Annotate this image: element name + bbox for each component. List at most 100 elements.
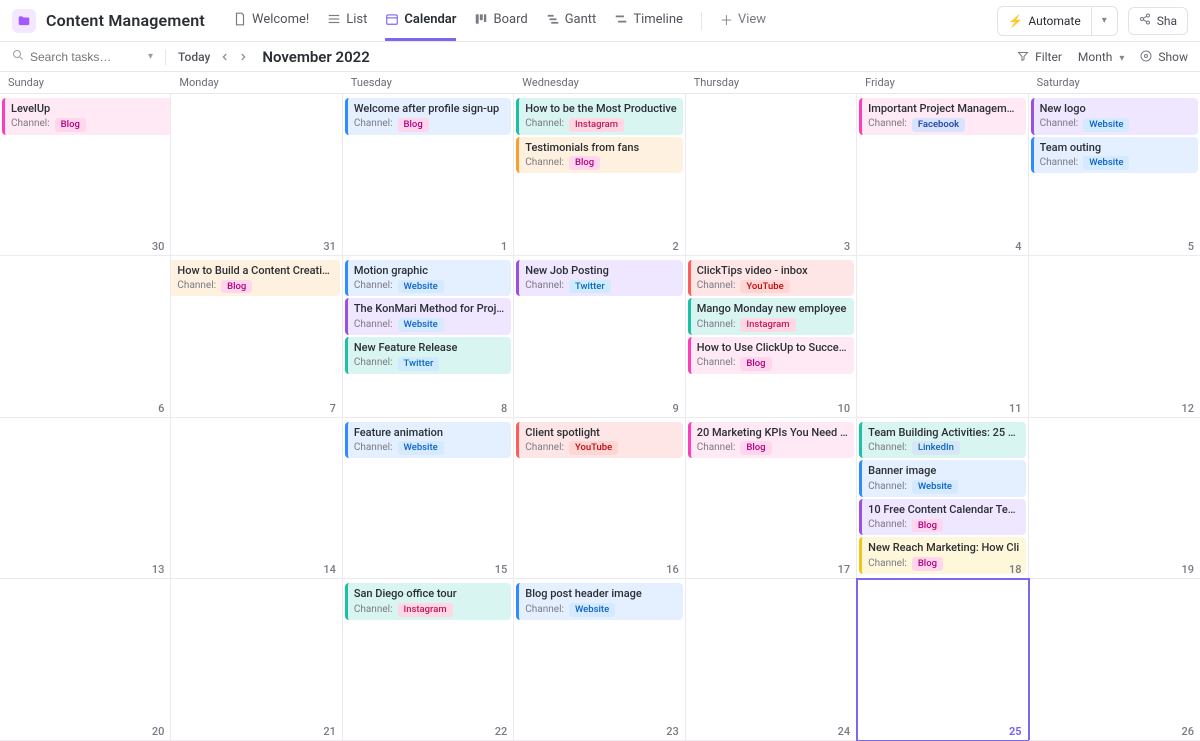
event-card[interactable]: New Reach Marketing: How CliChannel:Blog bbox=[859, 537, 1025, 574]
event-card[interactable]: How to Build a Content CreationChannel:B… bbox=[171, 260, 339, 297]
event-card[interactable]: Motion graphicChannel:Website bbox=[345, 260, 511, 297]
event-meta: Channel:Instagram bbox=[525, 118, 676, 132]
next-period-button[interactable] bbox=[238, 47, 248, 66]
calendar-cell[interactable]: ClickTips video - inboxChannel:YouTubeMa… bbox=[686, 256, 857, 418]
event-card[interactable]: Important Project ManagementChannel:Face… bbox=[859, 98, 1025, 135]
event-card[interactable]: 10 Free Content Calendar TempChannel:Blo… bbox=[859, 499, 1025, 536]
month-range-dropdown[interactable]: Month ▾ bbox=[1078, 50, 1125, 64]
calendar-cell[interactable]: New logoChannel:WebsiteTeam outingChanne… bbox=[1029, 94, 1200, 256]
channel-tag: LinkedIn bbox=[912, 441, 960, 455]
calendar-cell[interactable]: San Diego office tourChannel:Instagram22 bbox=[343, 579, 514, 741]
day-number: 24 bbox=[838, 725, 851, 738]
channel-prefix: Channel: bbox=[868, 519, 907, 532]
view-tabs: Welcome! List Calendar Board Gantt bbox=[233, 0, 766, 41]
automate-dropdown[interactable]: ▾ bbox=[1091, 7, 1117, 35]
calendar-cell[interactable]: 13 bbox=[0, 418, 171, 580]
tab-label: Welcome! bbox=[252, 12, 309, 27]
day-number: 15 bbox=[495, 563, 508, 576]
event-title: Client spotlight bbox=[525, 426, 676, 440]
share-button[interactable]: Sha bbox=[1128, 7, 1188, 35]
calendar-cell[interactable]: New Job PostingChannel:Twitter9 bbox=[514, 256, 685, 418]
search-input[interactable] bbox=[30, 50, 140, 64]
event-meta: Channel:Facebook bbox=[868, 118, 1019, 132]
channel-tag: Website bbox=[1083, 118, 1129, 132]
calendar-cell[interactable]: Team Building Activities: 25 ExChannel:L… bbox=[857, 418, 1028, 580]
show-button[interactable]: Show bbox=[1140, 50, 1188, 64]
channel-tag: Website bbox=[398, 441, 444, 455]
calendar-cell[interactable]: Feature animationChannel:Website 15 bbox=[343, 418, 514, 580]
tab-list[interactable]: List bbox=[327, 0, 367, 41]
calendar-cell[interactable]: Important Project ManagementChannel:Face… bbox=[857, 94, 1028, 256]
event-card[interactable]: Feature animationChannel:Website bbox=[345, 422, 511, 459]
channel-prefix: Channel: bbox=[697, 442, 736, 455]
event-card[interactable]: New logoChannel:Website bbox=[1031, 98, 1198, 135]
event-card[interactable]: 20 Marketing KPIs You Need toChannel:Blo… bbox=[688, 422, 854, 459]
automate-button[interactable]: ⚡ Automate bbox=[998, 7, 1090, 35]
event-card[interactable]: Welcome after profile sign-upChannel:Blo… bbox=[345, 98, 511, 135]
calendar-cell[interactable]: LevelUpChannel:Blog30 bbox=[0, 94, 171, 256]
event-card[interactable]: New Job PostingChannel:Twitter bbox=[516, 260, 682, 297]
tab-calendar[interactable]: Calendar bbox=[385, 0, 456, 41]
channel-prefix: Channel: bbox=[354, 118, 393, 131]
event-card[interactable]: The KonMari Method for ProjectChannel:We… bbox=[345, 298, 511, 335]
event-card[interactable]: Client spotlightChannel:YouTube bbox=[516, 422, 682, 459]
filter-label: Filter bbox=[1035, 50, 1062, 64]
event-card[interactable]: How to Use ClickUp to SucceedChannel:Blo… bbox=[688, 337, 854, 374]
calendar-cell[interactable]: How to Build a Content CreationChannel:B… bbox=[171, 256, 342, 418]
event-card[interactable]: LevelUpChannel:Blog bbox=[2, 98, 171, 135]
event-card[interactable]: Team outingChannel:Website bbox=[1031, 137, 1198, 174]
channel-prefix: Channel: bbox=[354, 357, 393, 370]
calendar-cell[interactable]: 3 bbox=[686, 94, 857, 256]
divider bbox=[701, 12, 702, 30]
event-card[interactable]: How to be the Most ProductiveChannel:Ins… bbox=[516, 98, 682, 135]
event-card[interactable]: Testimonials from fansChannel:Blog bbox=[516, 137, 682, 174]
event-card[interactable]: Banner imageChannel:Website bbox=[859, 460, 1025, 497]
calendar-cell[interactable]: 20 bbox=[0, 579, 171, 741]
calendar-cell[interactable]: 20 Marketing KPIs You Need toChannel:Blo… bbox=[686, 418, 857, 580]
tab-welcome[interactable]: Welcome! bbox=[233, 0, 309, 41]
calendar-cell[interactable]: Blog post header imageChannel:Website23 bbox=[514, 579, 685, 741]
channel-tag: Website bbox=[569, 603, 615, 617]
calendar-cell[interactable]: 12 bbox=[1029, 256, 1200, 418]
filter-button[interactable]: Filter bbox=[1017, 50, 1062, 64]
calendar-cell[interactable]: Motion graphicChannel:WebsiteThe KonMari… bbox=[343, 256, 514, 418]
event-card[interactable]: San Diego office tourChannel:Instagram bbox=[345, 583, 511, 620]
day-number: 6 bbox=[158, 402, 164, 415]
calendar-cell[interactable]: 25 bbox=[857, 579, 1028, 741]
event-card[interactable]: Blog post header imageChannel:Website bbox=[516, 583, 682, 620]
calendar-cell[interactable]: 26 bbox=[1029, 579, 1200, 741]
calendar-cell[interactable]: Welcome after profile sign-upChannel:Blo… bbox=[343, 94, 514, 256]
calendar-cell[interactable]: Client spotlightChannel:YouTube16 bbox=[514, 418, 685, 580]
calendar-cell[interactable]: 6 bbox=[0, 256, 171, 418]
event-title: New Feature Release bbox=[354, 341, 505, 355]
event-meta: Channel:Blog bbox=[354, 118, 505, 132]
event-card[interactable]: Team Building Activities: 25 ExChannel:L… bbox=[859, 422, 1025, 459]
channel-tag: YouTube bbox=[740, 280, 789, 294]
event-card[interactable]: New Feature ReleaseChannel:Twitter bbox=[345, 337, 511, 374]
event-title: Testimonials from fans bbox=[525, 141, 676, 155]
event-card[interactable]: Mango Monday new employeeChannel:Instagr… bbox=[688, 298, 854, 335]
calendar-cell[interactable]: 11 bbox=[857, 256, 1028, 418]
event-title: How to Use ClickUp to Succeed bbox=[697, 341, 848, 355]
tab-timeline[interactable]: Timeline bbox=[614, 0, 683, 41]
calendar-cell[interactable]: 19 bbox=[1029, 418, 1200, 580]
event-card[interactable]: ClickTips video - inboxChannel:YouTube bbox=[688, 260, 854, 297]
day-number: 18 bbox=[1009, 563, 1022, 576]
channel-tag: Blog bbox=[55, 118, 86, 132]
today-button[interactable]: Today bbox=[178, 50, 210, 64]
search-input-wrap[interactable] bbox=[12, 49, 140, 64]
calendar-cell[interactable]: 24 bbox=[686, 579, 857, 741]
prev-period-button[interactable] bbox=[220, 47, 230, 66]
calendar-cell[interactable]: 31 bbox=[171, 94, 342, 256]
calendar-cell[interactable]: How to be the Most ProductiveChannel:Ins… bbox=[514, 94, 685, 256]
channel-tag: YouTube bbox=[569, 441, 618, 455]
calendar-cell[interactable]: 14 bbox=[171, 418, 342, 580]
search-options-dropdown[interactable]: ▾ bbox=[148, 51, 153, 62]
tab-gantt[interactable]: Gantt bbox=[546, 0, 597, 41]
event-meta: Channel:Website bbox=[525, 603, 676, 617]
tab-board[interactable]: Board bbox=[474, 0, 527, 41]
channel-tag: Blog bbox=[740, 357, 771, 371]
calendar-cell[interactable]: 21 bbox=[171, 579, 342, 741]
day-number: 26 bbox=[1181, 725, 1194, 738]
add-view-button[interactable]: ＋ View bbox=[720, 0, 766, 41]
